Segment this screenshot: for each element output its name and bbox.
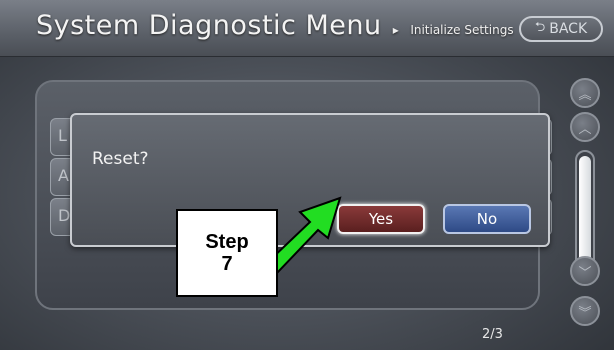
- screen-frame: System Diagnostic Menu ▸ Initialize Sett…: [0, 0, 614, 350]
- step-callout-line1: Step: [205, 231, 249, 253]
- green-arrow-icon: [266, 196, 342, 274]
- step-callout: Step 7: [176, 209, 278, 297]
- step-arrow: [266, 196, 342, 274]
- step-callout-line2: 7: [221, 253, 233, 275]
